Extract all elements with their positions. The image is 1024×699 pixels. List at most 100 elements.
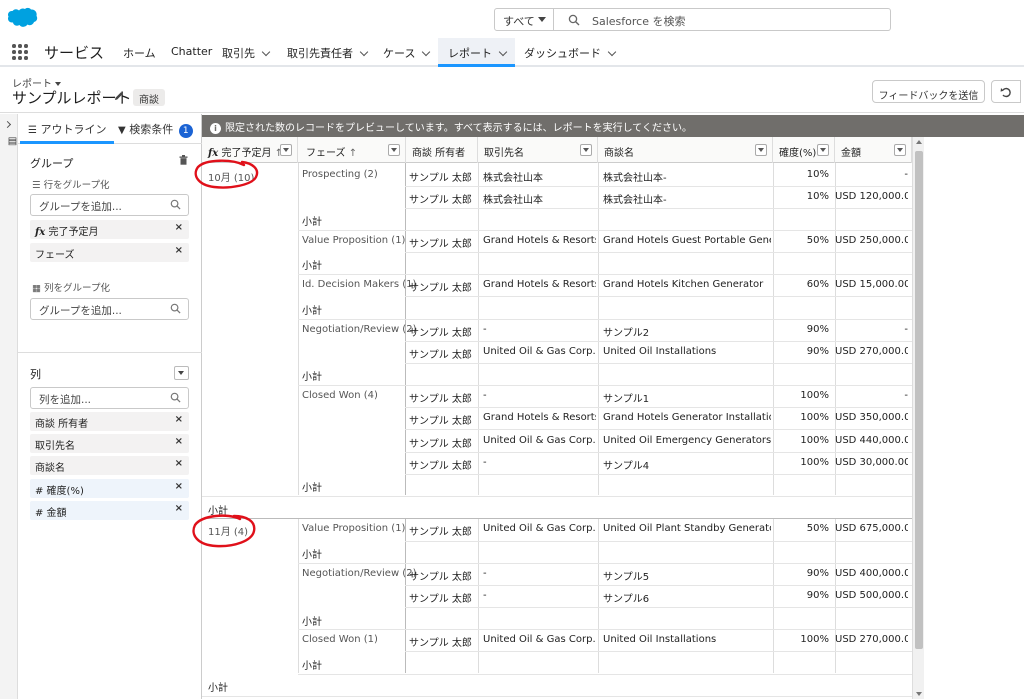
column-chip-amount[interactable]: # 金額 × bbox=[30, 501, 189, 520]
column-menu-dropdown[interactable] bbox=[580, 144, 592, 156]
nav-item-contacts[interactable]: 取引先責任者 bbox=[287, 38, 369, 67]
scroll-thumb[interactable] bbox=[915, 151, 923, 649]
sort-asc-icon[interactable]: ↑ bbox=[349, 148, 357, 159]
cell-account[interactable]: United Oil & Gas Corp. bbox=[483, 523, 596, 534]
columns-menu-dropdown[interactable] bbox=[174, 366, 189, 380]
chevron-down-icon[interactable] bbox=[498, 47, 508, 57]
row-divider bbox=[405, 585, 912, 586]
column-chip-account[interactable]: 取引先名 × bbox=[30, 434, 189, 453]
salesforce-logo-icon[interactable] bbox=[6, 7, 38, 29]
pencil-icon[interactable] bbox=[114, 91, 124, 101]
header-account[interactable]: 取引先名 bbox=[478, 137, 598, 163]
chevron-down-icon[interactable] bbox=[359, 47, 369, 57]
cell-opportunity[interactable]: United Oil Emergency Generators bbox=[603, 435, 771, 446]
header-stage[interactable]: フェーズ ↑ bbox=[298, 137, 406, 163]
chevron-down-icon[interactable] bbox=[261, 47, 271, 57]
header-close-month[interactable]: fx 完了予定月 ↑ bbox=[202, 137, 298, 163]
cell-opportunity[interactable]: Grand Hotels Guest Portable Generators bbox=[603, 235, 771, 246]
header-probability[interactable]: 確度(%) bbox=[773, 137, 835, 163]
cell-opportunity[interactable]: United Oil Installations bbox=[603, 634, 771, 645]
remove-icon[interactable]: × bbox=[175, 414, 183, 425]
add-column-input[interactable]: 列を追加... bbox=[30, 387, 189, 409]
cell-account[interactable]: United Oil & Gas Corp. bbox=[483, 634, 596, 645]
send-feedback-button[interactable]: フィードバックを送信 bbox=[872, 80, 985, 103]
row-divider bbox=[405, 452, 912, 453]
cell-account[interactable]: United Oil & Gas Corp. bbox=[483, 346, 596, 357]
remove-icon[interactable]: × bbox=[175, 503, 183, 514]
app-nav-bar: サービス ホーム Chatter 取引先 取引先責任者 ケース レポート ダッシ… bbox=[0, 38, 1024, 67]
cell-account[interactable]: United Oil & Gas Corp. bbox=[483, 435, 596, 446]
cell-opportunity[interactable]: サンプル6 bbox=[603, 590, 771, 605]
cell-account[interactable]: - bbox=[483, 590, 596, 601]
cell-opportunity[interactable]: サンプル4 bbox=[603, 457, 771, 472]
cell-opportunity[interactable]: サンプル5 bbox=[603, 568, 771, 583]
cell-account[interactable]: Grand Hotels & Resorts Ltd bbox=[483, 412, 596, 423]
cell-opportunity[interactable]: United Oil Installations bbox=[603, 346, 771, 357]
remove-icon[interactable]: × bbox=[175, 481, 183, 492]
nav-item-accounts[interactable]: 取引先 bbox=[222, 38, 271, 67]
left-collapse-strip[interactable]: ▤ bbox=[0, 114, 18, 699]
trash-icon[interactable] bbox=[179, 155, 188, 165]
cell-opportunity[interactable]: United Oil Plant Standby Generators bbox=[603, 523, 771, 534]
column-menu-dropdown[interactable] bbox=[755, 144, 767, 156]
column-menu-dropdown[interactable] bbox=[817, 144, 829, 156]
remove-icon[interactable]: × bbox=[175, 458, 183, 469]
column-chip-probability[interactable]: # 確度(%) × bbox=[30, 479, 189, 498]
table-scrollbar[interactable] bbox=[912, 137, 924, 699]
scroll-down-icon[interactable] bbox=[916, 692, 922, 696]
column-menu-dropdown[interactable] bbox=[388, 144, 400, 156]
cell-amount: USD 675,000.00 bbox=[835, 523, 908, 534]
cell-account[interactable]: 株式会社山本 bbox=[483, 169, 596, 184]
header-owner[interactable]: 商談 所有者 bbox=[406, 137, 478, 163]
nav-item-dashboards[interactable]: ダッシュボード bbox=[524, 38, 617, 67]
undo-button[interactable] bbox=[991, 80, 1021, 103]
remove-icon[interactable]: × bbox=[175, 245, 183, 256]
cell-opportunity[interactable]: 株式会社山本- bbox=[603, 169, 771, 184]
group-month-october[interactable]: 10月 (10) bbox=[208, 169, 254, 184]
group-month-november[interactable]: 11月 (4) bbox=[208, 523, 248, 538]
tab-outline[interactable]: ☰ アウトライン bbox=[19, 121, 115, 144]
cell-account[interactable]: Grand Hotels & Resorts Ltd bbox=[483, 279, 596, 290]
cell-opportunity[interactable]: サンプル2 bbox=[603, 324, 771, 339]
cell-account[interactable]: Grand Hotels & Resorts Ltd bbox=[483, 235, 596, 246]
object-badge: 商談 bbox=[133, 89, 165, 106]
cell-account[interactable]: - bbox=[483, 390, 596, 401]
header-label: 金額 bbox=[841, 148, 861, 159]
chevron-down-icon[interactable] bbox=[422, 47, 431, 57]
cell-account[interactable]: - bbox=[483, 457, 596, 468]
column-chip-owner[interactable]: 商談 所有者 × bbox=[30, 412, 189, 431]
nav-label: Chatter bbox=[171, 45, 213, 58]
chevron-down-icon[interactable] bbox=[607, 47, 617, 57]
nav-item-cases[interactable]: ケース bbox=[383, 38, 431, 67]
nav-item-reports[interactable]: レポート bbox=[438, 38, 515, 67]
header-amount[interactable]: 金額 bbox=[835, 137, 912, 163]
remove-icon[interactable]: × bbox=[175, 436, 183, 447]
column-menu-dropdown[interactable] bbox=[280, 144, 292, 156]
cell-opportunity[interactable]: サンプル1 bbox=[603, 390, 771, 405]
cell-opportunity[interactable]: 株式会社山本- bbox=[603, 191, 771, 206]
row-group-chip-stage[interactable]: フェーズ × bbox=[30, 243, 189, 262]
remove-icon[interactable]: × bbox=[175, 222, 183, 233]
add-row-group-input[interactable]: グループを追加... bbox=[30, 194, 189, 216]
cell-opportunity[interactable]: Grand Hotels Kitchen Generator bbox=[603, 279, 771, 290]
add-column-group-input[interactable]: グループを追加... bbox=[30, 298, 189, 320]
stage-group: Closed Won (1) bbox=[302, 634, 378, 645]
cell-opportunity[interactable]: Grand Hotels Generator Installations bbox=[603, 412, 771, 423]
row-group-chip-close-date[interactable]: fx 完了予定月 × bbox=[30, 220, 189, 239]
global-search-input[interactable]: Salesforce を検索 bbox=[554, 8, 891, 31]
chevron-right-icon[interactable] bbox=[3, 120, 12, 129]
column-menu-dropdown[interactable] bbox=[894, 144, 906, 156]
column-chip-opportunity[interactable]: 商談名 × bbox=[30, 456, 189, 475]
cell-account[interactable]: - bbox=[483, 568, 596, 579]
column-divider bbox=[298, 518, 299, 673]
tab-filters[interactable]: ▼ 検索条件 1 bbox=[118, 121, 193, 138]
header-opportunity[interactable]: 商談名 bbox=[598, 137, 773, 163]
search-scope-select[interactable]: すべて bbox=[494, 8, 554, 31]
nav-item-home[interactable]: ホーム bbox=[123, 38, 156, 67]
app-launcher-icon[interactable] bbox=[12, 44, 28, 60]
cell-account[interactable]: - bbox=[483, 324, 596, 335]
scroll-up-icon[interactable] bbox=[916, 140, 922, 144]
nav-item-chatter[interactable]: Chatter bbox=[171, 38, 212, 67]
cell-account[interactable]: 株式会社山本 bbox=[483, 191, 596, 206]
row-divider bbox=[405, 252, 912, 253]
